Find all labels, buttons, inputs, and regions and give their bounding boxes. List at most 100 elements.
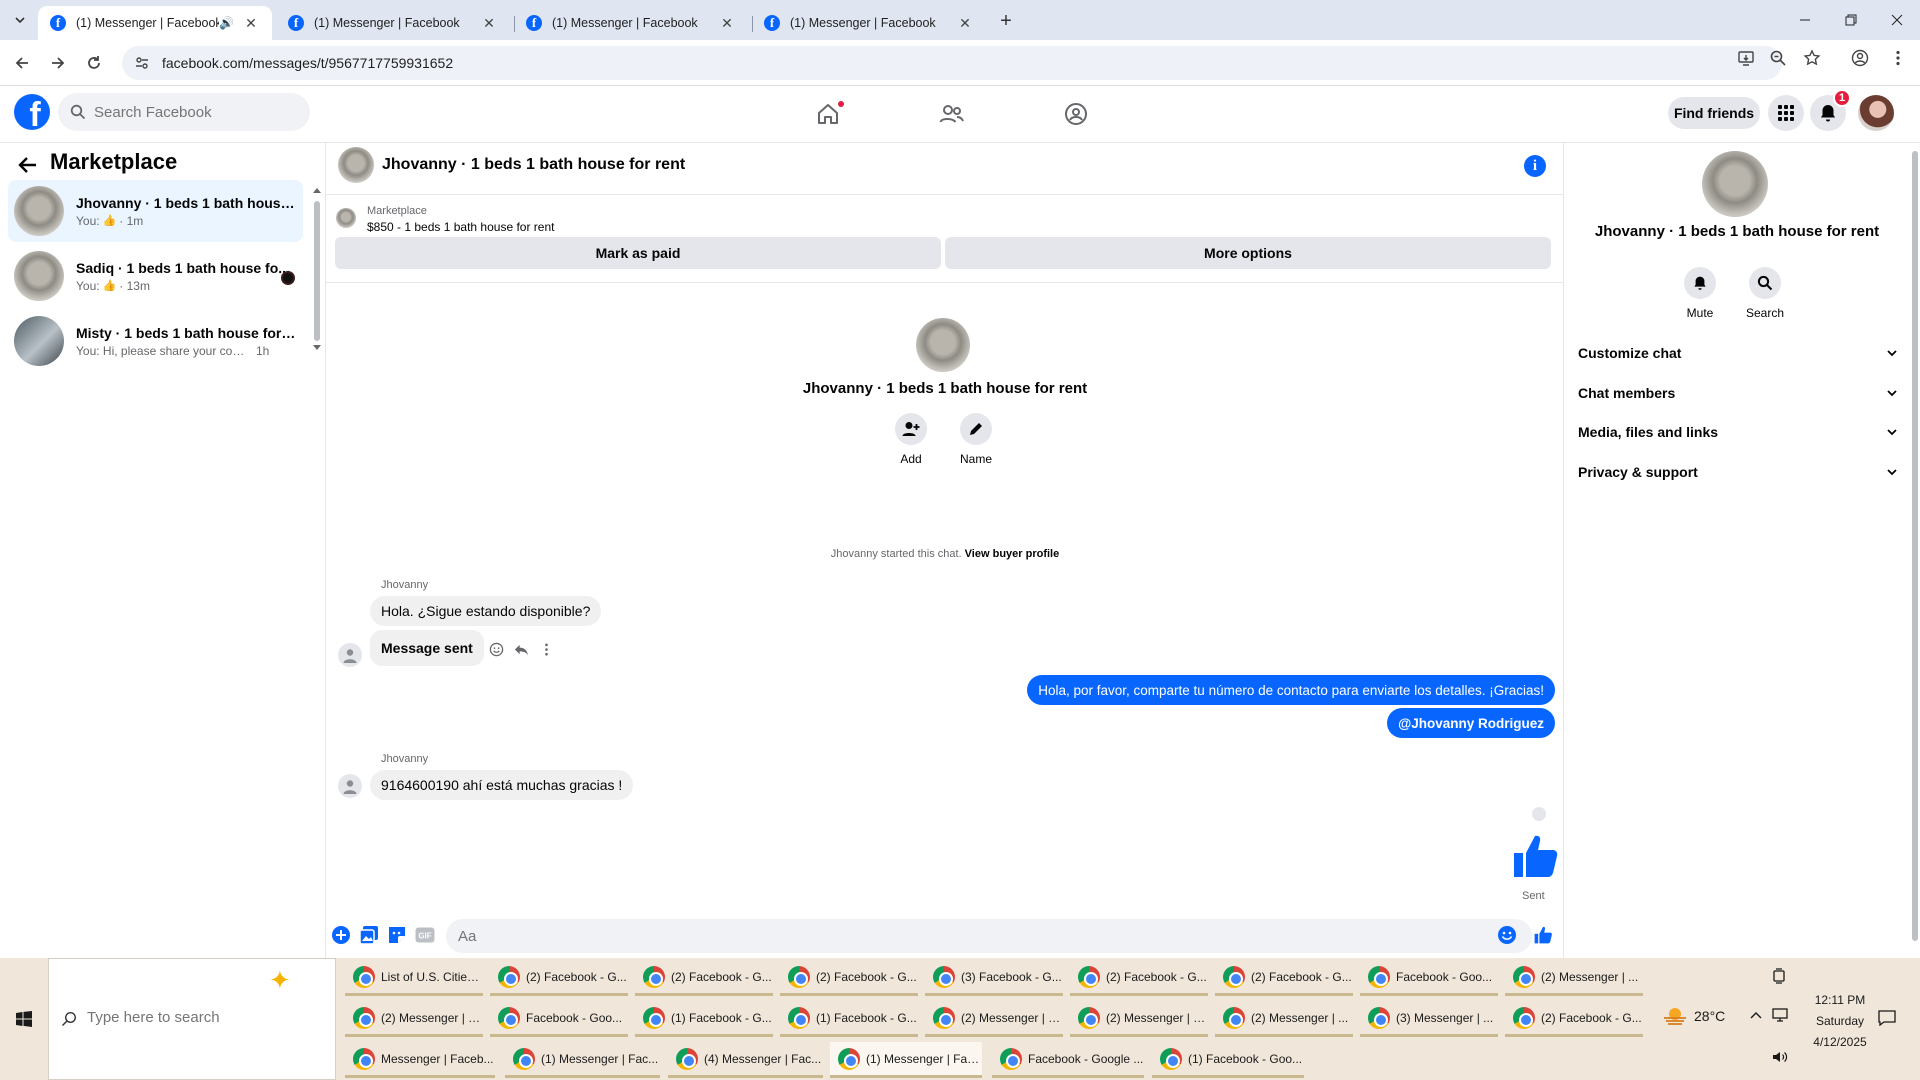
close-window-button[interactable]: [1874, 0, 1920, 40]
sticker-button[interactable]: [386, 924, 408, 946]
scroll-up-icon[interactable]: [313, 187, 321, 193]
taskbar-app[interactable]: (2) Messenger | F...: [1070, 1001, 1208, 1037]
incoming-message[interactable]: 9164600190 ahí está muchas gracias !: [370, 770, 634, 800]
notification-center-button[interactable]: [1878, 1010, 1896, 1026]
profile-button[interactable]: [1848, 46, 1872, 70]
taskbar-app[interactable]: (3) Messenger | ...: [1360, 1001, 1498, 1037]
address-bar[interactable]: facebook.com/messages/t/9567717759931652: [122, 46, 1782, 80]
message-sent-bubble[interactable]: Message sent: [370, 630, 484, 666]
close-tab-icon[interactable]: ✕: [718, 14, 736, 32]
taskbar-app[interactable]: (1) Messenger | Fac...: [505, 1042, 660, 1078]
more-options-button[interactable]: More options: [945, 237, 1551, 269]
facebook-search-input[interactable]: [94, 103, 294, 121]
message-input[interactable]: [458, 927, 1478, 945]
gif-button[interactable]: GIF: [414, 924, 436, 946]
network-button[interactable]: [1772, 1008, 1788, 1022]
minimize-button[interactable]: [1782, 0, 1828, 40]
close-tab-icon[interactable]: ✕: [242, 14, 260, 32]
zoom-button[interactable]: [1766, 46, 1790, 70]
home-nav-button[interactable]: [810, 99, 846, 129]
taskbar-app[interactable]: Facebook - Goo...: [1360, 960, 1498, 996]
emoji-button[interactable]: [1496, 924, 1518, 946]
info-icon[interactable]: i: [1524, 155, 1546, 177]
tab-search-button[interactable]: [8, 8, 32, 32]
page-scrollbar[interactable]: [1910, 143, 1920, 958]
name-button[interactable]: Name: [951, 413, 1001, 466]
groups-nav-button[interactable]: [1058, 99, 1094, 129]
taskbar-app[interactable]: (2) Messenger | F...: [345, 1001, 483, 1037]
react-button[interactable]: [486, 639, 506, 659]
friends-nav-button[interactable]: [934, 99, 970, 129]
taskbar-app[interactable]: (3) Facebook - G...: [925, 960, 1063, 996]
taskbar-app[interactable]: (2) Facebook - G...: [1070, 960, 1208, 996]
view-buyer-profile-link[interactable]: View buyer profile: [965, 548, 1060, 560]
find-friends-button[interactable]: Find friends: [1668, 97, 1760, 129]
taskbar-app[interactable]: (1) Facebook - G...: [780, 1001, 918, 1037]
browser-tab-4[interactable]: f (1) Messenger | Facebook ✕: [752, 6, 986, 40]
taskbar-app[interactable]: (2) Facebook - G...: [780, 960, 918, 996]
outgoing-mention-message[interactable]: @Jhovanny Rodriguez: [1387, 708, 1555, 738]
bookmark-button[interactable]: [1800, 46, 1824, 70]
taskbar-app[interactable]: (2) Facebook - G...: [1505, 1001, 1643, 1037]
show-hidden-icons-button[interactable]: [1750, 1010, 1762, 1020]
attach-photo-button[interactable]: [358, 924, 380, 946]
task-view-button[interactable]: [1772, 968, 1786, 984]
taskbar-app[interactable]: Facebook - Goo...: [490, 1001, 628, 1037]
mute-button[interactable]: Mute: [1674, 267, 1726, 320]
taskbar-app-active[interactable]: (1) Messenger | Fac...: [830, 1042, 982, 1078]
add-button[interactable]: Add: [886, 413, 936, 466]
taskbar-app[interactable]: (2) Facebook - G...: [1215, 960, 1353, 996]
url-text[interactable]: facebook.com/messages/t/9567717759931652: [162, 55, 453, 71]
taskbar-app[interactable]: (1) Facebook - Goo...: [1152, 1042, 1304, 1078]
back-button[interactable]: [10, 51, 34, 75]
thumbs-up-icon[interactable]: [1510, 833, 1560, 879]
taskbar-app[interactable]: (2) Facebook - G...: [635, 960, 773, 996]
browser-tab-3[interactable]: f (1) Messenger | Facebook ✕: [514, 6, 748, 40]
clock[interactable]: 12:11 PM Saturday 4/12/2025: [1806, 990, 1874, 1053]
start-button[interactable]: [0, 958, 48, 1080]
page-scroll-thumb[interactable]: [1912, 151, 1918, 941]
send-like-button[interactable]: [1532, 924, 1554, 946]
menu-button[interactable]: [1768, 95, 1804, 131]
facebook-logo[interactable]: f: [14, 94, 50, 130]
forward-button[interactable]: [46, 51, 70, 75]
weather-widget[interactable]: 28°C: [1662, 1006, 1725, 1026]
privacy-support-section[interactable]: Privacy & support: [1578, 454, 1898, 490]
account-avatar[interactable]: [1858, 95, 1894, 131]
browser-tab-2[interactable]: f (1) Messenger | Facebook ✕: [276, 6, 510, 40]
taskbar-app[interactable]: (2) Messenger | ...: [1215, 1001, 1353, 1037]
taskbar-search-input[interactable]: [87, 1009, 307, 1026]
customize-chat-section[interactable]: Customize chat: [1578, 335, 1898, 371]
conversation-item-jhovanny[interactable]: Jhovanny · 1 beds 1 bath house f... You:…: [8, 180, 303, 242]
speaker-icon[interactable]: 🔊: [219, 16, 234, 30]
close-tab-icon[interactable]: ✕: [956, 14, 974, 32]
incoming-message[interactable]: Hola. ¿Sigue estando disponible?: [370, 596, 602, 626]
taskbar-app[interactable]: List of U.S. Cities...: [345, 960, 483, 996]
conversation-item-misty[interactable]: Misty · 1 beds 1 bath house for r... You…: [8, 310, 303, 372]
taskbar-app[interactable]: (1) Facebook - G...: [635, 1001, 773, 1037]
more-actions-button[interactable]: [536, 639, 556, 659]
chat-title[interactable]: Jhovanny · 1 beds 1 bath house for rent: [382, 156, 685, 174]
message-input-box[interactable]: [446, 919, 1532, 953]
more-actions-plus-button[interactable]: [330, 924, 352, 946]
install-app-button[interactable]: [1734, 46, 1758, 70]
chrome-menu-button[interactable]: [1886, 46, 1910, 70]
taskbar-app[interactable]: Facebook - Google ...: [992, 1042, 1144, 1078]
reply-button[interactable]: [511, 639, 531, 659]
browser-tab-1[interactable]: f (1) Messenger | Facebook 🔊 ✕: [38, 6, 272, 40]
mark-as-paid-button[interactable]: Mark as paid: [335, 237, 941, 269]
sidebar-scrollbar[interactable]: [313, 187, 321, 351]
listing-title[interactable]: $850 - 1 beds 1 bath house for rent: [367, 220, 554, 234]
sidebar-scroll-thumb[interactable]: [314, 201, 320, 341]
scroll-down-icon[interactable]: [313, 345, 321, 351]
back-button[interactable]: [16, 153, 40, 177]
reload-button[interactable]: [82, 51, 106, 75]
taskbar-app[interactable]: (2) Messenger | ...: [1505, 960, 1643, 996]
taskbar-search[interactable]: ✦: [48, 958, 336, 1080]
media-files-links-section[interactable]: Media, files and links: [1578, 414, 1898, 450]
taskbar-app[interactable]: (2) Facebook - G...: [490, 960, 628, 996]
site-info-icon[interactable]: [134, 55, 150, 71]
restore-button[interactable]: [1828, 0, 1874, 40]
taskbar-app[interactable]: (2) Messenger | F...: [925, 1001, 1063, 1037]
taskbar-app[interactable]: (4) Messenger | Fac...: [668, 1042, 823, 1078]
